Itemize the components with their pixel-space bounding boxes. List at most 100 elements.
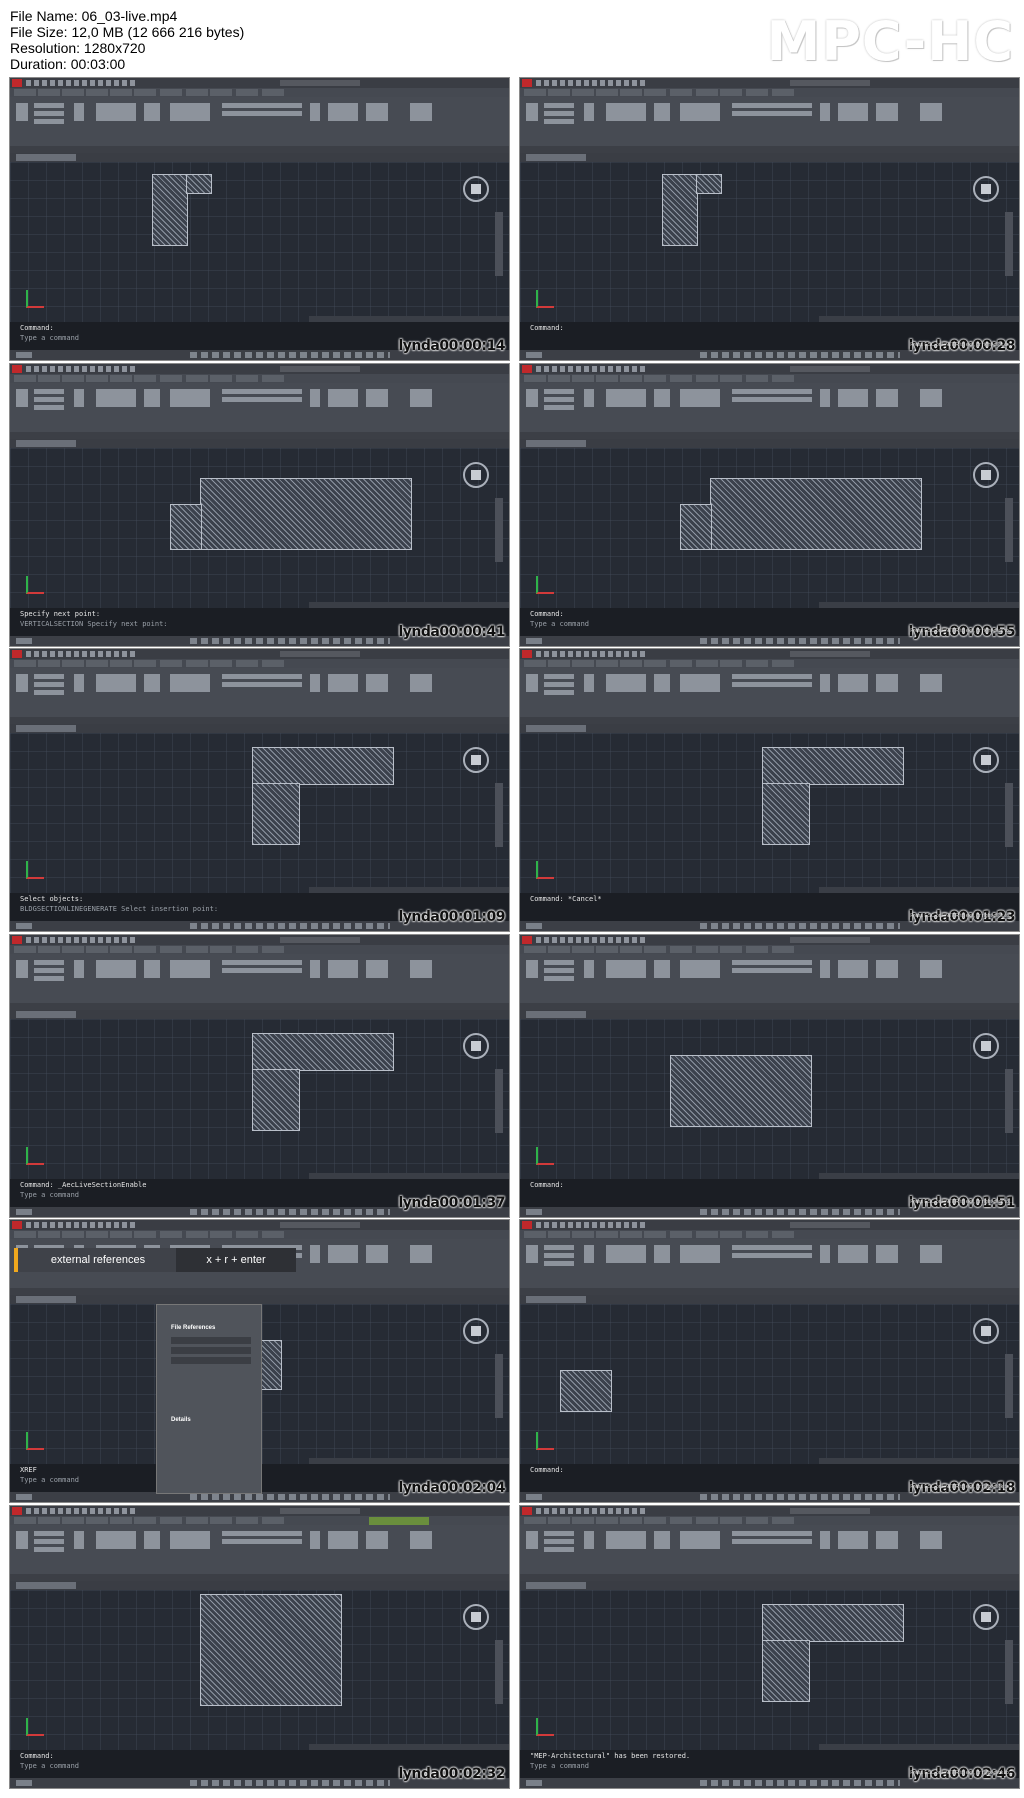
navigation-bar[interactable]: [1005, 1068, 1013, 1133]
video-thumbnail[interactable]: Command: lynda00:01:51 Press ESC or ENTE…: [519, 933, 1020, 1218]
ribbon-tab[interactable]: [746, 374, 768, 382]
video-thumbnail[interactable]: Specify next point: VERTICALSECTION Spec…: [9, 362, 510, 647]
ribbon-tab[interactable]: [110, 660, 132, 667]
ribbon-tool-button[interactable]: [654, 674, 670, 692]
ribbon-tool-button[interactable]: [732, 959, 812, 965]
ribbon-tab[interactable]: [186, 945, 208, 953]
document-tab[interactable]: [10, 438, 509, 448]
command-input[interactable]: Type a command: [20, 1762, 79, 1771]
command-input[interactable]: Type a command: [530, 620, 589, 629]
ribbon-tool-button[interactable]: [820, 959, 830, 978]
ribbon-tab[interactable]: [620, 945, 642, 953]
ribbon-tab[interactable]: [772, 945, 794, 953]
ribbon-tool-button[interactable]: [544, 103, 574, 108]
ribbon-tool-button[interactable]: [920, 674, 942, 692]
ribbon-tool-button[interactable]: [838, 103, 868, 121]
status-toggles[interactable]: [700, 352, 900, 358]
status-toggles[interactable]: [190, 1208, 390, 1215]
ribbon-tool-button[interactable]: [606, 1530, 646, 1549]
ribbon-tool-button[interactable]: [222, 1530, 302, 1536]
ribbon-tab[interactable]: [696, 1231, 718, 1238]
ribbon-tool-button[interactable]: [544, 388, 574, 394]
ribbon-tool-button[interactable]: [96, 388, 136, 407]
ribbon-tab[interactable]: [236, 1516, 258, 1524]
navigation-bar[interactable]: [1005, 212, 1013, 276]
ribbon-tool-button[interactable]: [584, 959, 594, 978]
ribbon-tab[interactable]: [236, 89, 258, 96]
ribbon-tab[interactable]: [38, 1516, 60, 1524]
status-toggles[interactable]: [700, 1494, 900, 1500]
viewcube-icon[interactable]: [973, 176, 999, 202]
ribbon-tab[interactable]: [14, 660, 36, 667]
ribbon-tool-button[interactable]: [34, 1530, 64, 1536]
app-menu-button[interactable]: [522, 364, 532, 373]
ribbon-tab[interactable]: [670, 945, 692, 953]
app-menu-button[interactable]: [12, 935, 22, 944]
ribbon-tool-button[interactable]: [366, 959, 388, 978]
ribbon-tab[interactable]: [210, 1231, 232, 1238]
status-toggles[interactable]: [700, 1208, 900, 1215]
navigation-bar[interactable]: [495, 212, 503, 276]
ribbon-tab[interactable]: [572, 1231, 594, 1238]
ribbon-tool-button[interactable]: [96, 1530, 136, 1549]
viewcube-icon[interactable]: [973, 1603, 999, 1630]
ribbon-tab[interactable]: [644, 89, 666, 96]
model-tab[interactable]: [526, 1208, 542, 1215]
search-input[interactable]: [790, 365, 870, 372]
ribbon-tab[interactable]: [160, 374, 182, 382]
ribbon-tab[interactable]: [596, 660, 618, 667]
ribbon-tab[interactable]: [62, 1516, 84, 1524]
app-menu-button[interactable]: [522, 79, 532, 87]
app-menu-button[interactable]: [522, 1506, 532, 1515]
ribbon-tool-button[interactable]: [34, 975, 64, 981]
ribbon-tool-button[interactable]: [838, 959, 868, 978]
search-input[interactable]: [790, 1222, 870, 1228]
ribbon-tool-button[interactable]: [170, 388, 210, 407]
ribbon-tool-button[interactable]: [654, 1530, 670, 1549]
ribbon-tool-button[interactable]: [526, 1245, 538, 1263]
palette-row[interactable]: [171, 1347, 251, 1354]
ribbon-tab[interactable]: [548, 945, 570, 953]
ribbon-tab[interactable]: [14, 1231, 36, 1238]
ribbon-tab[interactable]: [38, 945, 60, 953]
ribbon-tab[interactable]: [696, 89, 718, 96]
navigation-bar[interactable]: [1005, 1639, 1013, 1704]
ribbon-tab[interactable]: [86, 1231, 108, 1238]
ribbon-tool-button[interactable]: [584, 1245, 594, 1263]
ribbon-tab[interactable]: [62, 945, 84, 953]
quick-access-toolbar[interactable]: [26, 365, 136, 372]
ribbon-tool-button[interactable]: [544, 975, 574, 981]
ribbon-tab[interactable]: [210, 945, 232, 953]
contextual-tab[interactable]: [369, 1516, 429, 1525]
ribbon-tab[interactable]: [596, 945, 618, 953]
ribbon-tab[interactable]: [620, 1516, 642, 1524]
model-tab[interactable]: [16, 1779, 32, 1786]
ribbon-tab[interactable]: [620, 89, 642, 96]
ribbon-tool-button[interactable]: [876, 959, 898, 978]
ribbon-tool-button[interactable]: [144, 959, 160, 978]
ribbon-tool-button[interactable]: [820, 388, 830, 407]
ribbon-tool-button[interactable]: [222, 967, 302, 973]
video-thumbnail[interactable]: Command: Type a command lynda00:02:32: [9, 1504, 510, 1789]
ribbon-tool-button[interactable]: [170, 103, 210, 121]
ribbon-tool-button[interactable]: [584, 388, 594, 407]
ribbon-tool-button[interactable]: [606, 1245, 646, 1263]
ribbon-tab[interactable]: [720, 1231, 742, 1238]
viewcube-icon[interactable]: [973, 461, 999, 488]
video-thumbnail[interactable]: Command: lynda00:02:18 Press ESC or ENTE…: [519, 1219, 1020, 1503]
ribbon-tool-button[interactable]: [920, 388, 942, 407]
ribbon-tab[interactable]: [720, 89, 742, 96]
app-menu-button[interactable]: [522, 935, 532, 944]
ribbon-tab[interactable]: [746, 945, 768, 953]
ribbon-tab[interactable]: [160, 89, 182, 96]
status-toggles[interactable]: [190, 1779, 390, 1786]
document-tab[interactable]: [520, 1009, 1019, 1019]
ribbon-tool-button[interactable]: [732, 967, 812, 973]
ribbon-tool-button[interactable]: [876, 1530, 898, 1549]
document-tab[interactable]: [10, 1580, 509, 1590]
ribbon-tab[interactable]: [262, 89, 284, 96]
model-tab[interactable]: [16, 352, 32, 358]
navigation-bar[interactable]: [495, 497, 503, 562]
model-tab[interactable]: [16, 1208, 32, 1215]
ribbon-tab[interactable]: [670, 1516, 692, 1524]
